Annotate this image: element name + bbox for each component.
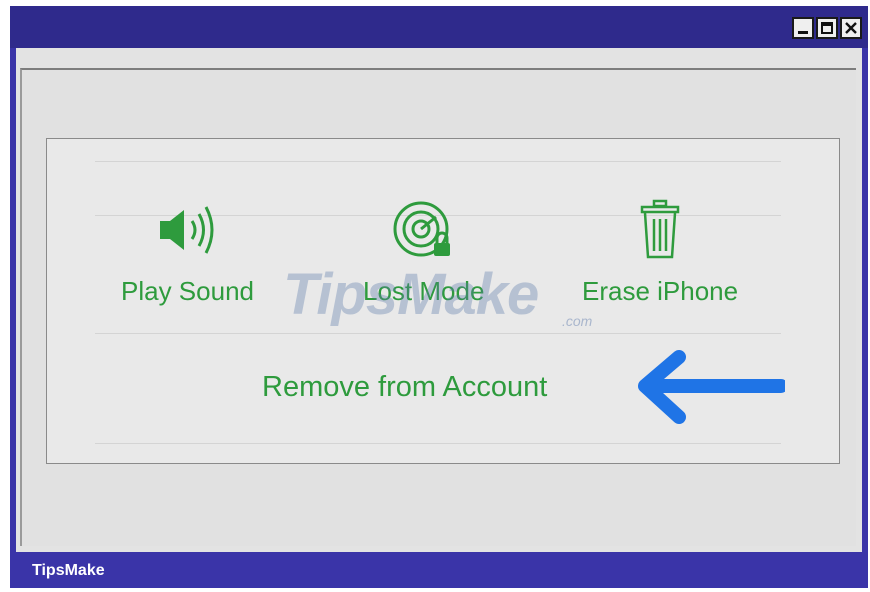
content-frame: Play Sound Lost Mode Erase iPhone Remove… bbox=[20, 68, 856, 546]
status-bar: TipsMake bbox=[10, 552, 868, 588]
play-sound-label: Play Sound bbox=[121, 276, 254, 306]
erase-iphone-action[interactable]: Erase iPhone bbox=[582, 199, 738, 307]
remove-from-account-button[interactable]: Remove from Account bbox=[262, 371, 547, 404]
play-sound-action[interactable]: Play Sound bbox=[121, 199, 254, 307]
divider bbox=[95, 333, 781, 334]
arrow-left-icon bbox=[633, 349, 788, 434]
divider bbox=[95, 161, 781, 162]
radar-lock-icon bbox=[388, 199, 460, 266]
trash-icon bbox=[630, 199, 690, 266]
title-bar[interactable] bbox=[10, 6, 868, 48]
watermark: TipsMake bbox=[283, 262, 539, 327]
speaker-icon bbox=[152, 199, 222, 266]
client-area: Play Sound Lost Mode Erase iPhone Remove… bbox=[16, 48, 862, 552]
minimize-icon[interactable] bbox=[792, 17, 814, 39]
app-window: Play Sound Lost Mode Erase iPhone Remove… bbox=[10, 6, 868, 588]
find-my-actions-panel: Play Sound Lost Mode Erase iPhone Remove… bbox=[46, 138, 840, 464]
watermark-suffix: .com bbox=[562, 313, 593, 329]
maximize-icon[interactable] bbox=[816, 17, 838, 39]
close-icon[interactable] bbox=[840, 17, 862, 39]
window-controls bbox=[792, 17, 862, 39]
status-bar-label: TipsMake bbox=[32, 562, 105, 579]
erase-iphone-label: Erase iPhone bbox=[582, 276, 739, 306]
divider bbox=[95, 443, 781, 444]
